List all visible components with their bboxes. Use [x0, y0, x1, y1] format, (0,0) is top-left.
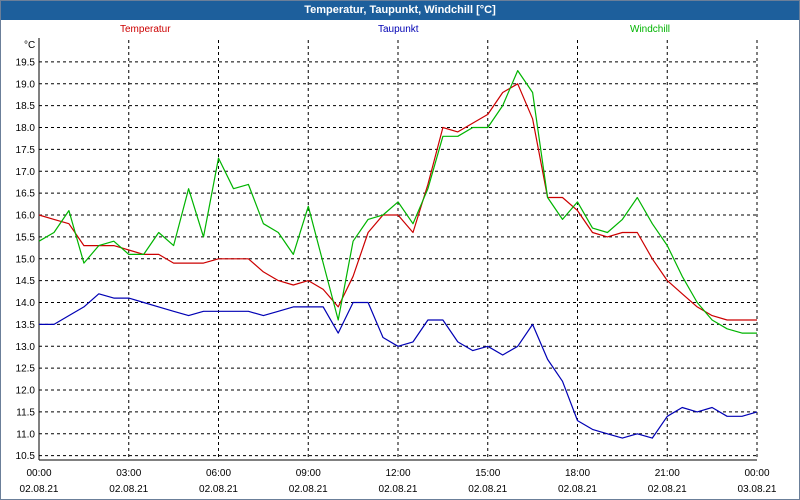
tick-labels: 10.5 11.0 11.5 12.0 12.5 13.0 13.5 14.0 14.5 15.0…	[16, 57, 777, 495]
y-tick-label: 18.5	[16, 101, 36, 112]
y-tick-label: 19.0	[16, 79, 36, 90]
x-tick-date-label: 03.08.21	[738, 484, 777, 495]
y-tick-label: 16.0	[16, 211, 36, 222]
x-tick-date-label: 02.08.21	[468, 484, 507, 495]
y-tick-label: 15.5	[16, 232, 36, 243]
x-tick-time-label: 18:00	[565, 468, 590, 479]
x-tick-time-label: 15:00	[475, 468, 500, 479]
y-tick-label: 17.5	[16, 145, 36, 156]
y-tick-label: 15.0	[16, 254, 36, 265]
line-chart: °C 10.511.011.512.012.513.013.514.014.51…	[16, 38, 777, 495]
x-tick-time-label: 12:00	[385, 468, 410, 479]
x-tick-time-label: 00:00	[744, 468, 769, 479]
y-tick-label: 11.5	[16, 407, 35, 418]
x-tick-date-label: 02.08.21	[379, 484, 418, 495]
x-tick-date-label: 02.08.21	[20, 484, 59, 495]
x-tick-time-label: 00:00	[26, 468, 51, 479]
x-tick-date-label: 02.08.21	[289, 484, 328, 495]
y-tick-label: 17.0	[16, 167, 36, 178]
y-axis-unit-label: °C	[24, 40, 35, 51]
x-tick-date-label: 02.08.21	[109, 484, 148, 495]
x-tick-time-label: 21:00	[655, 468, 680, 479]
y-tick-label: 18.0	[16, 123, 36, 134]
y-tick-label: 11.0	[16, 429, 35, 440]
x-tick-time-label: 03:00	[116, 468, 141, 479]
y-tick-label: 12.5	[16, 364, 36, 375]
y-tick-label: 13.0	[16, 342, 36, 353]
y-tick-label: 14.5	[16, 276, 36, 287]
x-tick-date-label: 02.08.21	[199, 484, 238, 495]
x-tick-date-label: 02.08.21	[558, 484, 597, 495]
x-tick-time-label: 06:00	[206, 468, 231, 479]
y-tick-label: 10.5	[16, 451, 36, 462]
y-tick-label: 14.0	[16, 298, 36, 309]
y-tick-label: 19.5	[16, 57, 36, 68]
y-tick-label: 13.5	[16, 320, 36, 331]
x-tick-date-label: 02.08.21	[648, 484, 687, 495]
x-tick-time-label: 09:00	[296, 468, 321, 479]
y-tick-label: 12.0	[16, 386, 36, 397]
y-tick-label: 16.5	[16, 189, 36, 200]
